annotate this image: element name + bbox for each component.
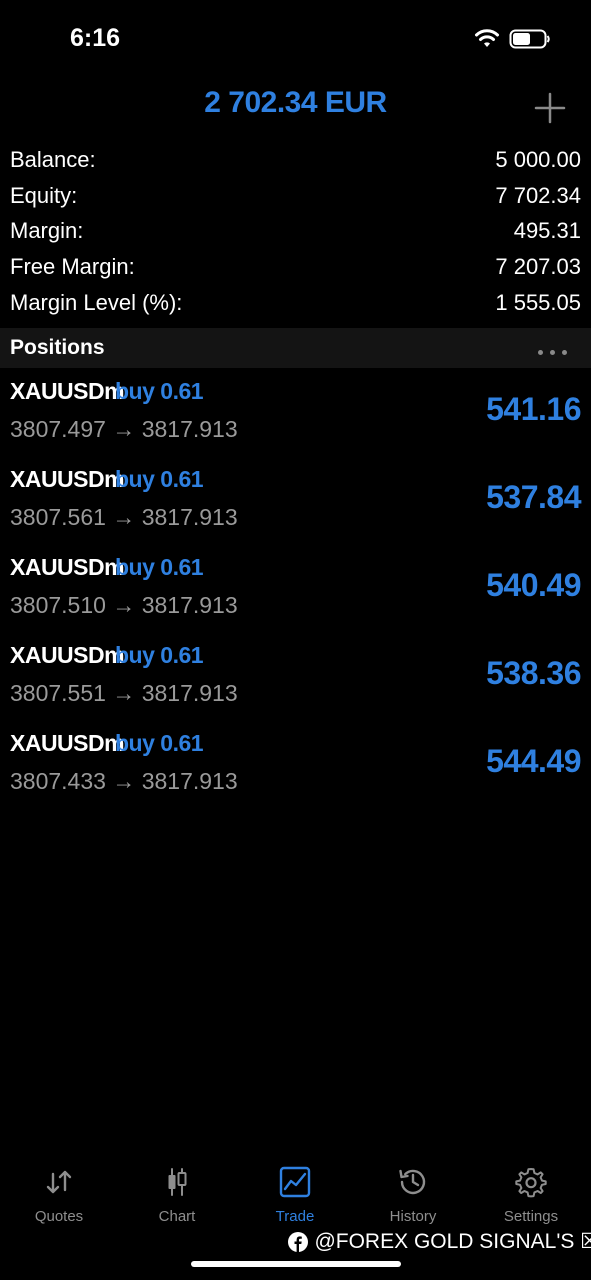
tab-history[interactable]: History — [354, 1160, 472, 1230]
summary-value: 7 702.34 — [495, 182, 581, 208]
position-symbol: XAUUSDm — [10, 642, 125, 668]
summary-row-margin: Margin: 495.31 — [0, 214, 591, 250]
tab-label: Quotes — [34, 1208, 84, 1225]
candlestick-icon — [168, 1168, 187, 1196]
positions-list: XAUUSDm buy 0.61 3807.497 → 3817.913 541… — [0, 368, 591, 808]
tab-chart[interactable]: Chart — [118, 1160, 236, 1230]
position-row[interactable]: XAUUSDm buy 0.61 3807.510 → 3817.913 540… — [0, 544, 591, 632]
positions-title: Positions — [10, 336, 105, 359]
position-profit: 537.84 — [486, 479, 581, 515]
battery-icon — [509, 29, 550, 49]
position-row[interactable]: XAUUSDm buy 0.61 3807.497 → 3817.913 541… — [0, 368, 591, 456]
facebook-icon — [288, 1231, 308, 1252]
summary-label: Margin Level (%): — [10, 289, 183, 315]
tab-label: History — [389, 1208, 437, 1225]
summary-label: Margin: — [10, 218, 84, 244]
tab-settings[interactable]: Settings — [472, 1160, 590, 1230]
gear-icon — [515, 1168, 547, 1198]
position-prices: 3807.497 → 3817.913 — [10, 416, 238, 442]
account-balance-title[interactable]: 2 702.34 EUR — [0, 86, 591, 120]
position-prices: 3807.551 → 3817.913 — [10, 680, 238, 706]
summary-value: 495.31 — [513, 218, 581, 244]
position-side-volume: buy 0.61 — [115, 554, 204, 580]
tab-label: Trade — [275, 1208, 315, 1225]
home-indicator — [191, 1261, 401, 1267]
tab-label: Chart — [158, 1208, 196, 1225]
position-side-volume: buy 0.61 — [115, 642, 204, 668]
watermark: @FOREX GOLD SIGNAL'S ☒ — [288, 1229, 591, 1255]
summary-value: 7 207.03 — [495, 254, 581, 280]
trade-chart-icon — [279, 1166, 311, 1198]
tab-quotes[interactable]: Quotes — [0, 1160, 118, 1230]
more-options-icon[interactable] — [538, 342, 574, 355]
positions-section-header: Positions — [0, 328, 591, 368]
summary-value: 1 555.05 — [495, 289, 581, 315]
position-side-volume: buy 0.61 — [115, 730, 204, 756]
account-header: 2 702.34 EUR — [0, 80, 591, 130]
position-profit: 540.49 — [486, 567, 581, 603]
position-prices: 3807.561 → 3817.913 — [10, 504, 238, 530]
status-bar: 6:16 — [0, 0, 591, 80]
status-time: 6:16 — [70, 24, 121, 52]
position-symbol: XAUUSDm — [10, 466, 125, 492]
position-prices: 3807.510 → 3817.913 — [10, 592, 238, 618]
add-position-button[interactable] — [530, 88, 570, 128]
summary-row-margin-level: Margin Level (%): 1 555.05 — [0, 286, 591, 322]
position-side-volume: buy 0.61 — [115, 466, 204, 492]
summary-label: Equity: — [10, 182, 78, 208]
account-summary: Balance: 5 000.00 Equity: 7 702.34 Margi… — [0, 143, 591, 321]
position-symbol: XAUUSDm — [10, 378, 125, 404]
position-symbol: XAUUSDm — [10, 730, 125, 756]
summary-value: 5 000.00 — [495, 147, 581, 172]
summary-row-balance: Balance: 5 000.00 — [0, 143, 591, 179]
summary-label: Free Margin: — [10, 254, 135, 280]
tab-trade[interactable]: Trade — [236, 1160, 354, 1230]
position-prices: 3807.433 → 3817.913 — [10, 768, 238, 794]
summary-row-equity: Equity: 7 702.34 — [0, 179, 591, 215]
position-row[interactable]: XAUUSDm buy 0.61 3807.561 → 3817.913 537… — [0, 456, 591, 544]
position-symbol: XAUUSDm — [10, 554, 125, 580]
position-profit: 544.49 — [486, 743, 581, 779]
tab-bar: Quotes Chart Trade History Settings — [0, 1160, 591, 1240]
summary-label: Balance: — [10, 147, 96, 172]
watermark-text: @FOREX GOLD SIGNAL'S ☒ — [314, 1230, 591, 1253]
position-row[interactable]: XAUUSDm buy 0.61 3807.433 → 3817.913 544… — [0, 720, 591, 808]
position-row[interactable]: XAUUSDm buy 0.61 3807.551 → 3817.913 538… — [0, 632, 591, 720]
position-profit: 538.36 — [486, 655, 581, 691]
position-profit: 541.16 — [486, 391, 581, 427]
wifi-icon — [475, 29, 499, 47]
position-side-volume: buy 0.61 — [115, 378, 204, 404]
quotes-arrows-icon — [46, 1170, 72, 1194]
history-clock-icon — [399, 1169, 426, 1195]
summary-row-free-margin: Free Margin: 7 207.03 — [0, 250, 591, 286]
tab-label: Settings — [503, 1208, 559, 1225]
